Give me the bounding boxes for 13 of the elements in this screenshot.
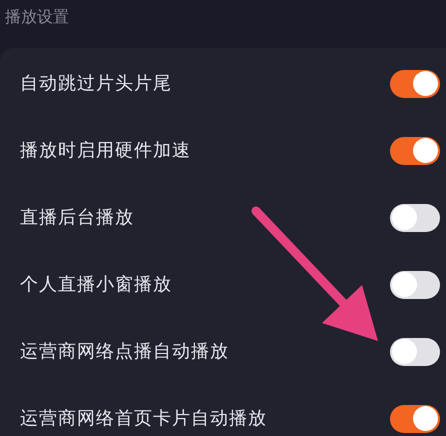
toggle-switch[interactable] <box>390 70 440 98</box>
setting-label: 直播后台播放 <box>20 206 134 230</box>
toggle-switch[interactable] <box>390 270 440 298</box>
setting-label: 自动跳过片头片尾 <box>20 72 172 96</box>
setting-label: 个人直播小窗播放 <box>20 273 172 297</box>
setting-label: 运营商网络首页卡片自动播放 <box>20 407 267 431</box>
toggle-switch[interactable] <box>390 204 440 232</box>
toggle-switch[interactable] <box>390 404 440 432</box>
toggle-switch[interactable] <box>390 136 440 164</box>
setting-label: 播放时启用硬件加速 <box>20 139 191 163</box>
setting-label: 运营商网络点播自动播放 <box>20 340 229 364</box>
section-title: 播放设置 <box>5 7 69 26</box>
toggle-switch[interactable] <box>390 338 440 366</box>
